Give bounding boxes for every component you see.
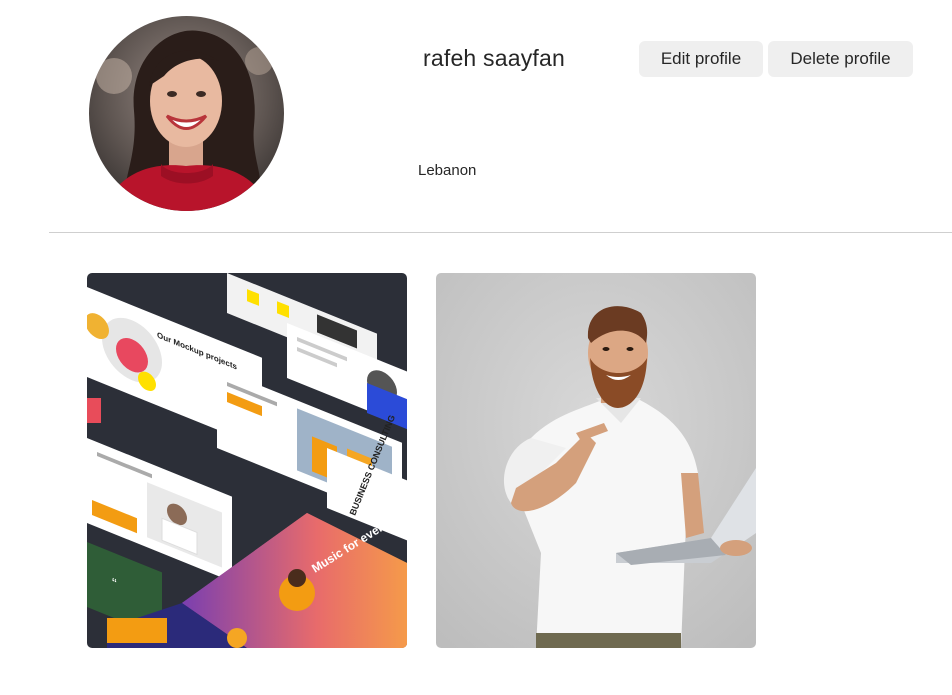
post-image-man-laptop (436, 273, 756, 648)
post-image-mockups: Our Mockup projects “ BUSINESS CONSULTIN… (87, 273, 407, 648)
delete-profile-button[interactable]: Delete profile (768, 41, 913, 77)
edit-profile-button[interactable]: Edit profile (639, 41, 763, 77)
section-divider (49, 232, 952, 233)
profile-page: rafeh saayfan Edit profile Delete profil… (0, 0, 952, 695)
avatar-photo (89, 16, 284, 211)
profile-location: Lebanon (418, 162, 477, 179)
profile-username: rafeh saayfan (423, 45, 565, 71)
post-thumbnail[interactable]: Our Mockup projects “ BUSINESS CONSULTIN… (87, 273, 407, 648)
avatar[interactable] (89, 16, 284, 211)
svg-text:“: “ (112, 576, 117, 593)
post-thumbnail[interactable] (436, 273, 756, 648)
